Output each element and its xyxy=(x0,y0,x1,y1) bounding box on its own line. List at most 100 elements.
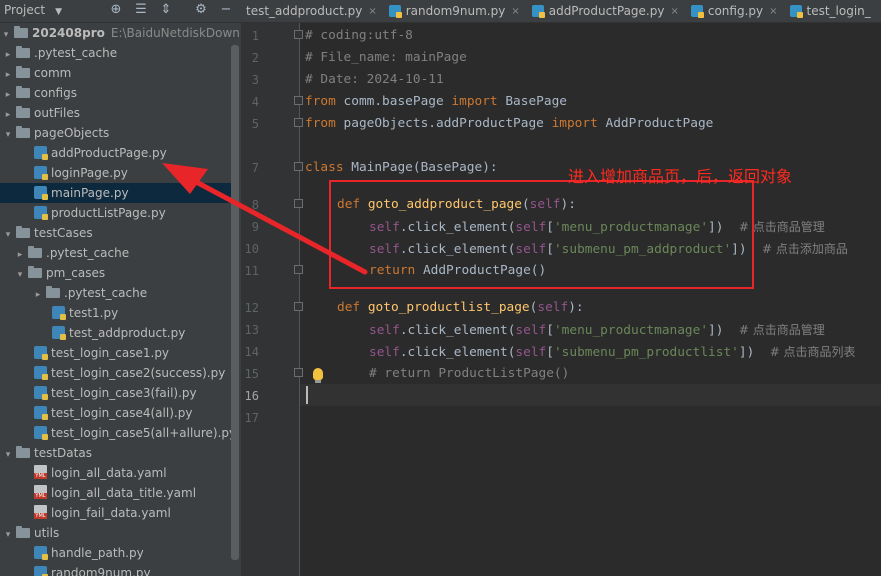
tree-item[interactable]: test1.py xyxy=(0,303,231,323)
tree-item-label: test_login_case3(fail).py xyxy=(51,386,197,400)
tree-item-label: login_all_data.yaml xyxy=(51,466,167,480)
tree-item[interactable]: ▸ configs xyxy=(0,83,233,103)
tree-item[interactable]: login_fail_data.yaml xyxy=(0,503,231,523)
tree-item-label: handle_path.py xyxy=(51,546,144,560)
tab-test-addproduct[interactable]: test_addproduct.py × xyxy=(240,0,383,22)
folder-icon xyxy=(16,86,30,98)
tree-item[interactable]: ▸ .pytest_cache xyxy=(0,43,233,63)
chevron-down-icon[interactable]: ▾ xyxy=(2,525,14,545)
code-line-13: self.click_element(self['menu_productman… xyxy=(369,323,825,338)
chevron-right-icon[interactable]: ▸ xyxy=(2,105,14,125)
expand-icon[interactable]: ⇕ xyxy=(158,2,174,18)
tree-item[interactable]: ▾ pageObjects xyxy=(0,123,233,143)
tree-item[interactable]: handle_path.py xyxy=(0,543,231,563)
tab-config[interactable]: config.py × xyxy=(685,0,784,22)
tree-item[interactable]: test_login_case1.py xyxy=(0,343,231,363)
yaml-file-icon xyxy=(34,505,47,519)
chevron-right-icon[interactable]: ▸ xyxy=(2,85,14,105)
folder-icon xyxy=(16,526,30,538)
fold-marker-icon[interactable] xyxy=(294,302,303,311)
module: pageObjects.addProductPage xyxy=(335,116,552,131)
fold-marker-icon[interactable] xyxy=(294,199,303,208)
tree-item[interactable]: ▾ testCases xyxy=(0,223,233,243)
python-file-icon xyxy=(690,5,704,18)
code-line-3: # Date: 2024-10-11 xyxy=(305,69,444,91)
tree-item[interactable]: ▾ testDatas xyxy=(0,443,233,463)
tree-item[interactable]: login_all_data.yaml xyxy=(0,463,231,483)
vertical-scrollbar[interactable] xyxy=(231,45,239,560)
top-toolbar: Project ▼ ⊕ ☰ ⇕ ⚙ − test_addproduct.py × r… xyxy=(0,0,881,23)
folder-icon xyxy=(16,226,30,238)
identifier: BasePage xyxy=(497,94,567,109)
python-file-icon xyxy=(34,366,48,380)
line-number: 9 xyxy=(251,220,259,234)
chevron-down-icon[interactable]: ▾ xyxy=(2,125,14,145)
chevron-right-icon[interactable]: ▸ xyxy=(32,285,44,305)
close-icon[interactable]: × xyxy=(769,6,777,17)
fold-marker-icon[interactable] xyxy=(294,265,303,274)
chevron-right-icon[interactable]: ▸ xyxy=(2,65,14,85)
chevron-right-icon[interactable]: ▸ xyxy=(14,245,26,265)
close-icon[interactable]: × xyxy=(670,6,678,17)
tree-item[interactable]: addProductPage.py xyxy=(0,143,231,163)
fold-marker-icon[interactable] xyxy=(294,162,303,171)
close-icon[interactable]: × xyxy=(368,6,376,17)
close-icon[interactable]: × xyxy=(511,6,519,17)
tree-root[interactable]: ▾ 202408pro E:\BaiduNetdiskDownload\ xyxy=(0,23,241,45)
minimize-icon[interactable]: − xyxy=(218,2,234,18)
tree-item-label: test_login_case4(all).py xyxy=(51,406,193,420)
tree-item[interactable]: ▸ .pytest_cache xyxy=(0,243,231,263)
tree-item[interactable]: test_login_case2(success).py xyxy=(0,363,231,383)
fold-marker-icon[interactable] xyxy=(294,96,303,105)
folder-icon xyxy=(46,286,60,298)
tree-item-label: test1.py xyxy=(69,306,119,320)
tree-root-path: E:\BaiduNetdiskDownload\ xyxy=(110,26,241,40)
tree-item[interactable]: ▾ pm_cases xyxy=(0,263,231,283)
tree-item-label: testDatas xyxy=(34,446,92,460)
line-number: 7 xyxy=(251,161,259,175)
tree-item[interactable]: test_login_case5(all+allure).py xyxy=(0,423,236,443)
project-view-dropdown[interactable]: Project ▼ xyxy=(4,3,62,17)
folder-icon xyxy=(16,446,30,458)
fold-marker-icon[interactable] xyxy=(294,118,303,127)
tree-item[interactable]: ▾ utils xyxy=(0,523,233,543)
chevron-down-icon[interactable]: ▾ xyxy=(0,25,12,45)
fold-marker-icon[interactable] xyxy=(294,368,303,377)
tree-item[interactable]: test_login_case3(fail).py xyxy=(0,383,231,403)
chevron-down-icon[interactable]: ▾ xyxy=(2,445,14,465)
line-number: 11 xyxy=(244,264,259,278)
python-file-icon xyxy=(34,166,48,180)
tree-item[interactable]: productListPage.py xyxy=(0,203,231,223)
chevron-down-icon[interactable]: ▾ xyxy=(14,265,26,285)
fold-marker-icon[interactable] xyxy=(294,30,303,39)
tab-test-login[interactable]: test_login_ xyxy=(784,0,877,22)
tree-item[interactable]: test_login_case4(all).py xyxy=(0,403,231,423)
tree-item[interactable]: loginPage.py xyxy=(0,163,231,183)
tab-random9num[interactable]: random9num.py × xyxy=(383,0,526,22)
tree-item[interactable]: login_all_data_title.yaml xyxy=(0,483,231,503)
folder-icon xyxy=(16,66,30,78)
gear-icon[interactable]: ⚙ xyxy=(193,2,209,18)
tab-addproductpage[interactable]: addProductPage.py × xyxy=(526,0,685,22)
comment: # Date: 2024-10-11 xyxy=(305,72,444,87)
collapse-all-icon[interactable]: ☰ xyxy=(133,2,149,18)
python-file-icon xyxy=(34,206,48,220)
tree-item[interactable]: ▸ .pytest_cache xyxy=(0,283,231,303)
chevron-down-icon[interactable]: ▾ xyxy=(2,225,14,245)
tree-item[interactable]: test_addproduct.py xyxy=(0,323,231,343)
tree-item-label: addProductPage.py xyxy=(51,146,167,160)
tree-item-label: testCases xyxy=(34,226,93,240)
code-line-4: from comm.basePage import BasePage xyxy=(305,91,567,113)
tree-item-label: .pytest_cache xyxy=(34,46,118,60)
lightbulb-icon[interactable] xyxy=(313,368,323,383)
tree-item[interactable]: ▸ outFiles xyxy=(0,103,233,123)
chevron-right-icon[interactable]: ▸ xyxy=(2,45,14,65)
tree-item-selected[interactable]: mainPage.py xyxy=(0,183,231,203)
keyword: from xyxy=(305,116,336,131)
comment: # File_name: mainPage xyxy=(305,50,467,65)
tree-item[interactable]: random9num.py xyxy=(0,563,231,576)
highlight-box xyxy=(329,180,754,289)
target-icon[interactable]: ⊕ xyxy=(108,2,124,18)
python-file-icon xyxy=(34,406,48,420)
tree-item[interactable]: ▸ comm xyxy=(0,63,233,83)
